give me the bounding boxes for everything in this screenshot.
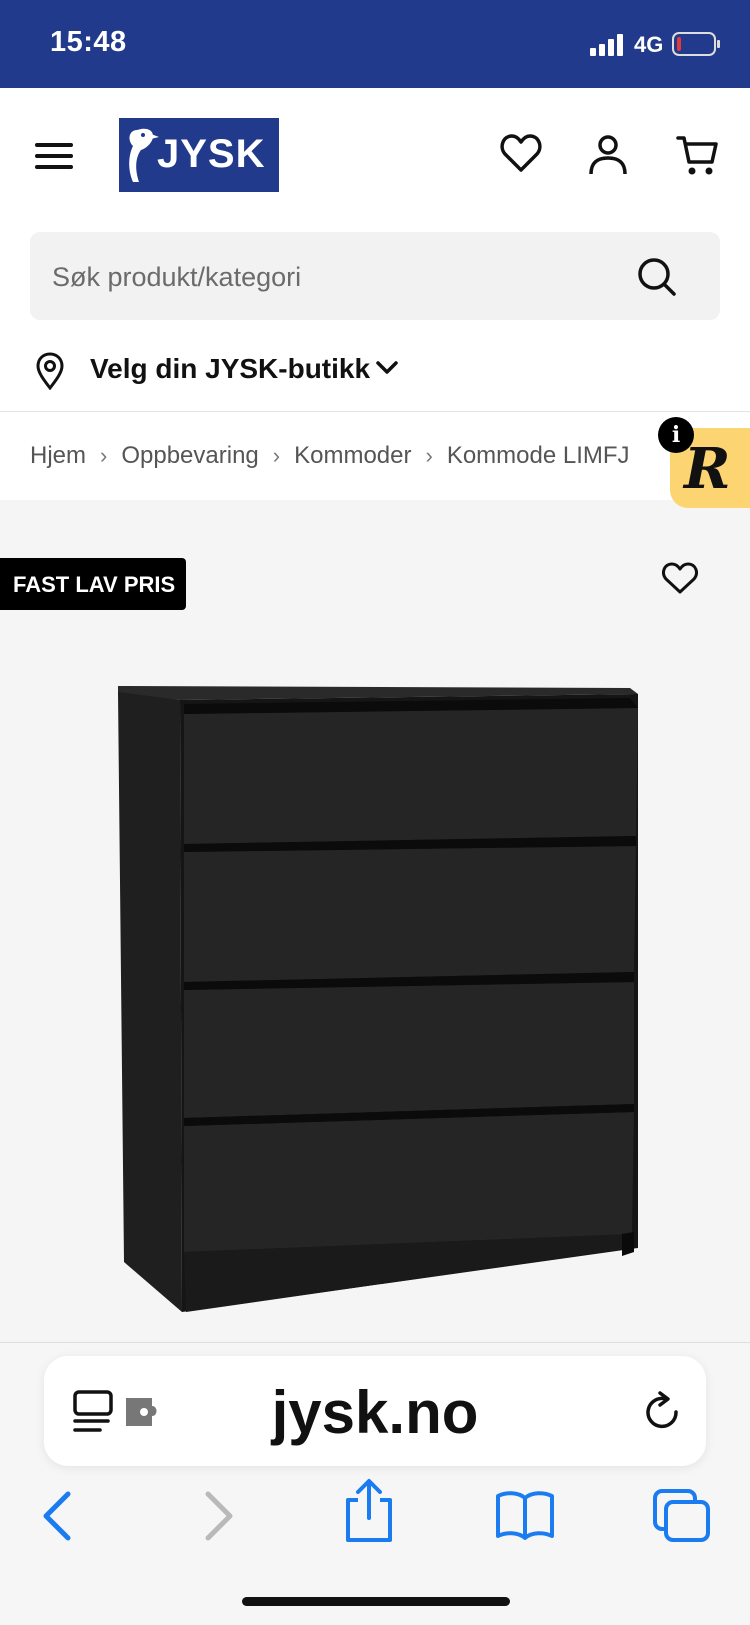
info-icon[interactable]: i bbox=[658, 417, 694, 453]
account-user-icon[interactable] bbox=[588, 134, 628, 176]
product-favorite-heart-icon[interactable] bbox=[662, 561, 698, 595]
tabs-icon[interactable] bbox=[652, 1488, 712, 1544]
search-bar[interactable] bbox=[30, 232, 720, 320]
breadcrumb-chevron-icon: › bbox=[272, 443, 281, 468]
network-label: 4G bbox=[634, 32, 664, 57]
breadcrumb-dressers[interactable]: Kommoder bbox=[294, 442, 411, 469]
breadcrumb-chevron-icon: › bbox=[425, 443, 433, 468]
back-icon[interactable] bbox=[40, 1490, 74, 1542]
bookmarks-icon[interactable] bbox=[494, 1490, 556, 1540]
status-time: 15:48 bbox=[50, 26, 127, 58]
cart-icon[interactable] bbox=[676, 134, 720, 178]
goose-logo-icon bbox=[129, 128, 159, 182]
address-bar[interactable]: jysk.no bbox=[44, 1356, 706, 1466]
url-text[interactable]: jysk.no bbox=[44, 1378, 706, 1447]
search-input[interactable] bbox=[50, 252, 614, 302]
share-icon[interactable] bbox=[342, 1478, 396, 1544]
home-indicator bbox=[242, 1597, 510, 1606]
price-badge: FAST LAV PRIS bbox=[0, 558, 186, 610]
breadcrumb-home[interactable]: Hjem bbox=[30, 442, 86, 469]
breadcrumb-storage[interactable]: Oppbevaring bbox=[121, 442, 258, 469]
chevron-down-icon bbox=[376, 361, 398, 374]
jysk-logo[interactable]: JYSK bbox=[119, 118, 279, 192]
forward-icon[interactable] bbox=[202, 1490, 236, 1542]
wishlist-heart-icon[interactable] bbox=[500, 133, 542, 173]
signal-icon bbox=[590, 34, 623, 56]
breadcrumb: Hjem › Oppbevaring › Kommoder › Kommode LIMFJ bbox=[0, 412, 750, 500]
status-bar: 15:48 4G bbox=[0, 0, 750, 88]
price-badge-label: FAST LAV PRIS bbox=[13, 572, 176, 597]
reload-icon[interactable] bbox=[642, 1390, 684, 1434]
breadcrumb-current: Kommode LIMFJ bbox=[446, 442, 630, 469]
search-icon[interactable] bbox=[636, 256, 678, 298]
logo-text: JYSK bbox=[157, 132, 266, 176]
location-pin-icon bbox=[36, 352, 64, 390]
product-image-dresser[interactable] bbox=[110, 680, 650, 1320]
battery-icon bbox=[672, 32, 720, 56]
breadcrumb-chevron-icon: › bbox=[100, 443, 108, 468]
hamburger-menu-icon[interactable] bbox=[35, 140, 73, 172]
r-widget-letter: R bbox=[684, 436, 731, 502]
store-selector-label: Velg din JYSK-butikk bbox=[90, 353, 371, 384]
